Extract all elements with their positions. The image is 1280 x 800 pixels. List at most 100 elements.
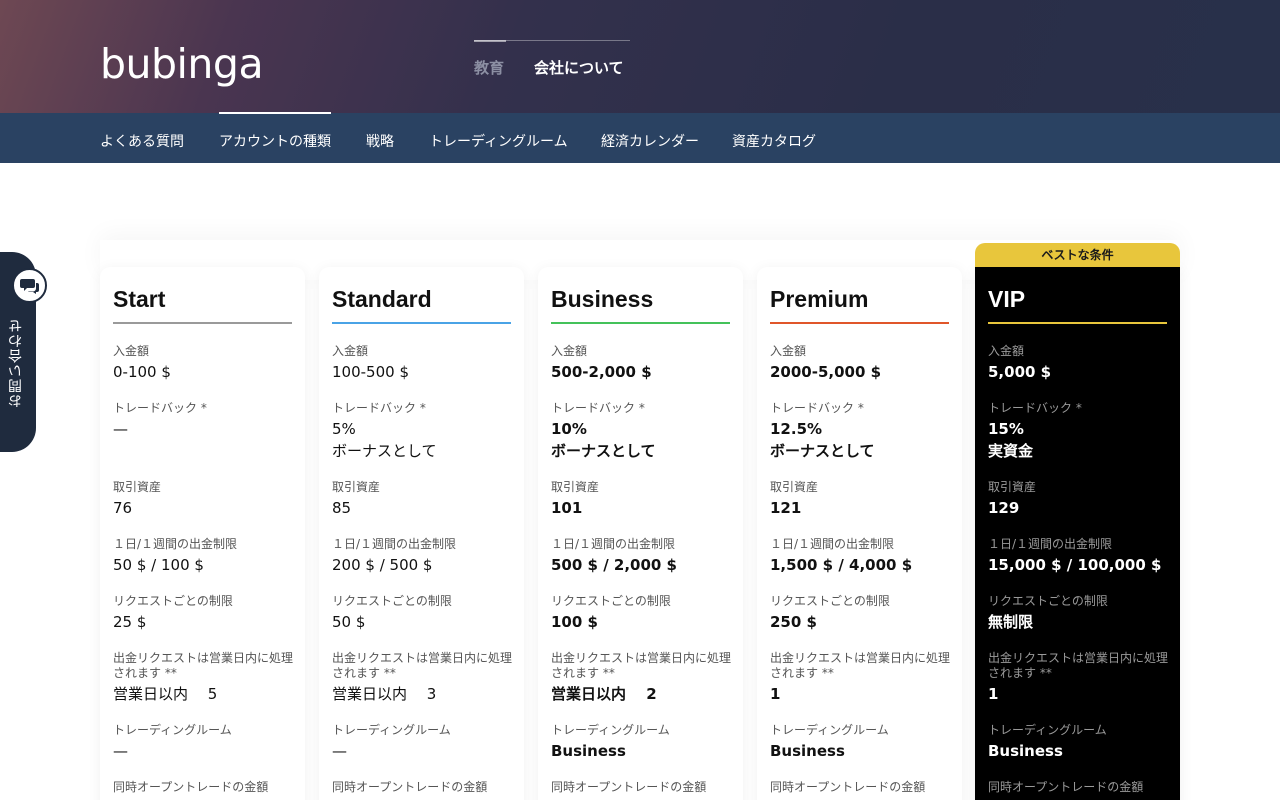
field-simultaneous: 同時オープントレードの金額 (113, 780, 295, 795)
field-deposit: 入金額 100-500 $ (332, 344, 514, 383)
field-processing: 出金リクエストは営業日内に処理されます ** 1 (988, 651, 1170, 705)
field-assets: 取引資産 76 (113, 480, 295, 519)
chat-bubble-icon[interactable] (12, 268, 47, 303)
account-card-title: Business (551, 286, 654, 312)
field-value: — (113, 742, 128, 760)
field-value: 500 $ / 2,000 $ (551, 556, 677, 574)
field-value: 1 (988, 685, 999, 703)
account-card-standard: Standard 入金額 100-500 $ トレードバック * 5% ボーナスとして 取引… (319, 267, 524, 800)
subnav-asset-catalog[interactable]: 資産カタログ (732, 131, 816, 151)
field-label: 入金額 (332, 344, 369, 358)
field-tradeback: トレードバック * 5% ボーナスとして (332, 401, 514, 462)
field-label: 入金額 (113, 344, 150, 358)
field-label: トレードバック * (113, 401, 207, 415)
field-label: トレーディングルーム (113, 723, 232, 737)
field-deposit: 入金額 5,000 $ (988, 344, 1170, 383)
field-label: １日/１週間の出金制限 (988, 537, 1113, 551)
nav-about-company[interactable]: 会社について (534, 57, 624, 78)
field-label: リクエストごとの制限 (551, 594, 671, 608)
field-per-request: リクエストごとの制限 250 $ (770, 594, 952, 633)
field-withdraw-limit: １日/１週間の出金制限 200 $ / 500 $ (332, 537, 514, 576)
field-value: 76 (113, 499, 133, 517)
field-label: １日/１週間の出金制限 (770, 537, 895, 551)
field-label: リクエストごとの制限 (770, 594, 890, 608)
tradeback-type: 実資金 (988, 442, 1034, 460)
sub-nav: よくある質問 アカウントの種類 戦略 トレーディングルーム 経済カレンダー 資産… (0, 112, 1280, 163)
bubinga-logo[interactable]: bubinga (100, 40, 264, 88)
field-label: 取引資産 (332, 480, 381, 494)
field-deposit: 入金額 2000-5,000 $ (770, 344, 952, 383)
field-label: リクエストごとの制限 (332, 594, 452, 608)
field-tradeback: トレードバック * 10% ボーナスとして (551, 401, 733, 462)
field-deposit: 入金額 500-2,000 $ (551, 344, 733, 383)
field-value: 100-500 $ (332, 363, 409, 381)
field-per-request: リクエストごとの制限 無制限 (988, 594, 1170, 633)
subnav-economic-calendar[interactable]: 経済カレンダー (601, 131, 699, 151)
subnav-trading-room[interactable]: トレーディングルーム (429, 131, 568, 151)
field-value: Business (770, 742, 845, 760)
field-label: トレーディングルーム (770, 723, 889, 737)
field-label: 出金リクエストは営業日内に処理されます ** (113, 651, 294, 680)
field-trading-room: トレーディングルーム Business (988, 723, 1170, 762)
tradeback-value: — (113, 420, 128, 438)
field-value: 500-2,000 $ (551, 363, 652, 381)
tradeback-value: 15% (988, 420, 1024, 438)
field-processing: 出金リクエストは営業日内に処理されます ** 営業日以内 5 (113, 651, 295, 705)
field-label: 入金額 (988, 344, 1025, 358)
field-value: 1 (770, 685, 781, 703)
account-card-title: Standard (332, 286, 432, 312)
top-nav-active-indicator (474, 40, 506, 42)
field-value: Business (551, 742, 626, 760)
tradeback-value: 12.5% (770, 420, 823, 438)
field-assets: 取引資産 129 (988, 480, 1170, 519)
account-card-title: VIP (988, 286, 1026, 312)
account-card-business: Business 入金額 500-2,000 $ トレードバック * 10% ボーナスとし… (538, 267, 743, 800)
field-trading-room: トレーディングルーム — (113, 723, 295, 762)
field-label: トレードバック * (988, 401, 1082, 415)
field-assets: 取引資産 121 (770, 480, 952, 519)
field-value: 121 (770, 499, 802, 517)
top-nav: 教育 会社について (474, 40, 630, 80)
field-label: 取引資産 (113, 480, 162, 494)
account-card-premium: Premium 入金額 2000-5,000 $ トレードバック * 12.5% ボーナス… (757, 267, 962, 800)
field-simultaneous: 同時オープントレードの金額 (988, 780, 1170, 795)
tradeback-value: 10% (551, 420, 587, 438)
subnav-account-types[interactable]: アカウントの種類 (219, 131, 331, 151)
subnav-strategies[interactable]: 戦略 (366, 131, 394, 151)
sub-nav-active-indicator (219, 112, 331, 114)
tradeback-value: 5% (332, 420, 356, 438)
account-card-title: Premium (770, 286, 869, 312)
field-value: 0-100 $ (113, 363, 171, 381)
field-label: 出金リクエストは営業日内に処理されます ** (770, 651, 951, 680)
field-trading-room: トレーディングルーム Business (770, 723, 952, 762)
field-simultaneous: 同時オープントレードの金額 (770, 780, 952, 795)
field-deposit: 入金額 0-100 $ (113, 344, 295, 383)
field-label: トレードバック * (770, 401, 864, 415)
field-label: 取引資産 (988, 480, 1037, 494)
field-value: 50 $ / 100 $ (113, 556, 204, 574)
field-label: トレーディングルーム (332, 723, 451, 737)
nav-education[interactable]: 教育 (474, 57, 504, 78)
field-value: 101 (551, 499, 583, 517)
field-label: トレードバック * (332, 401, 426, 415)
account-card-title: Start (113, 286, 166, 312)
field-label: 出金リクエストは営業日内に処理されます ** (988, 651, 1169, 680)
field-value: 営業日以内 3 (332, 685, 437, 703)
field-per-request: リクエストごとの制限 25 $ (113, 594, 295, 633)
field-trading-room: トレーディングルーム — (332, 723, 514, 762)
field-label: 同時オープントレードの金額 (770, 780, 926, 794)
contact-label[interactable]: お問い合わせ (6, 318, 30, 408)
field-value: 250 $ (770, 613, 817, 631)
field-label: １日/１週間の出金制限 (113, 537, 238, 551)
field-label: 取引資産 (551, 480, 600, 494)
account-card-rule (113, 322, 292, 324)
field-value: 15,000 $ / 100,000 $ (988, 556, 1162, 574)
field-value: 2000-5,000 $ (770, 363, 882, 381)
field-assets: 取引資産 85 (332, 480, 514, 519)
field-value: 営業日以内 5 (113, 685, 218, 703)
field-value: 5,000 $ (988, 363, 1052, 381)
field-tradeback: トレードバック * 15% 実資金 (988, 401, 1170, 462)
field-tradeback: トレードバック * 12.5% ボーナスとして (770, 401, 952, 462)
subnav-faq[interactable]: よくある質問 (100, 131, 184, 151)
field-label: 入金額 (770, 344, 807, 358)
